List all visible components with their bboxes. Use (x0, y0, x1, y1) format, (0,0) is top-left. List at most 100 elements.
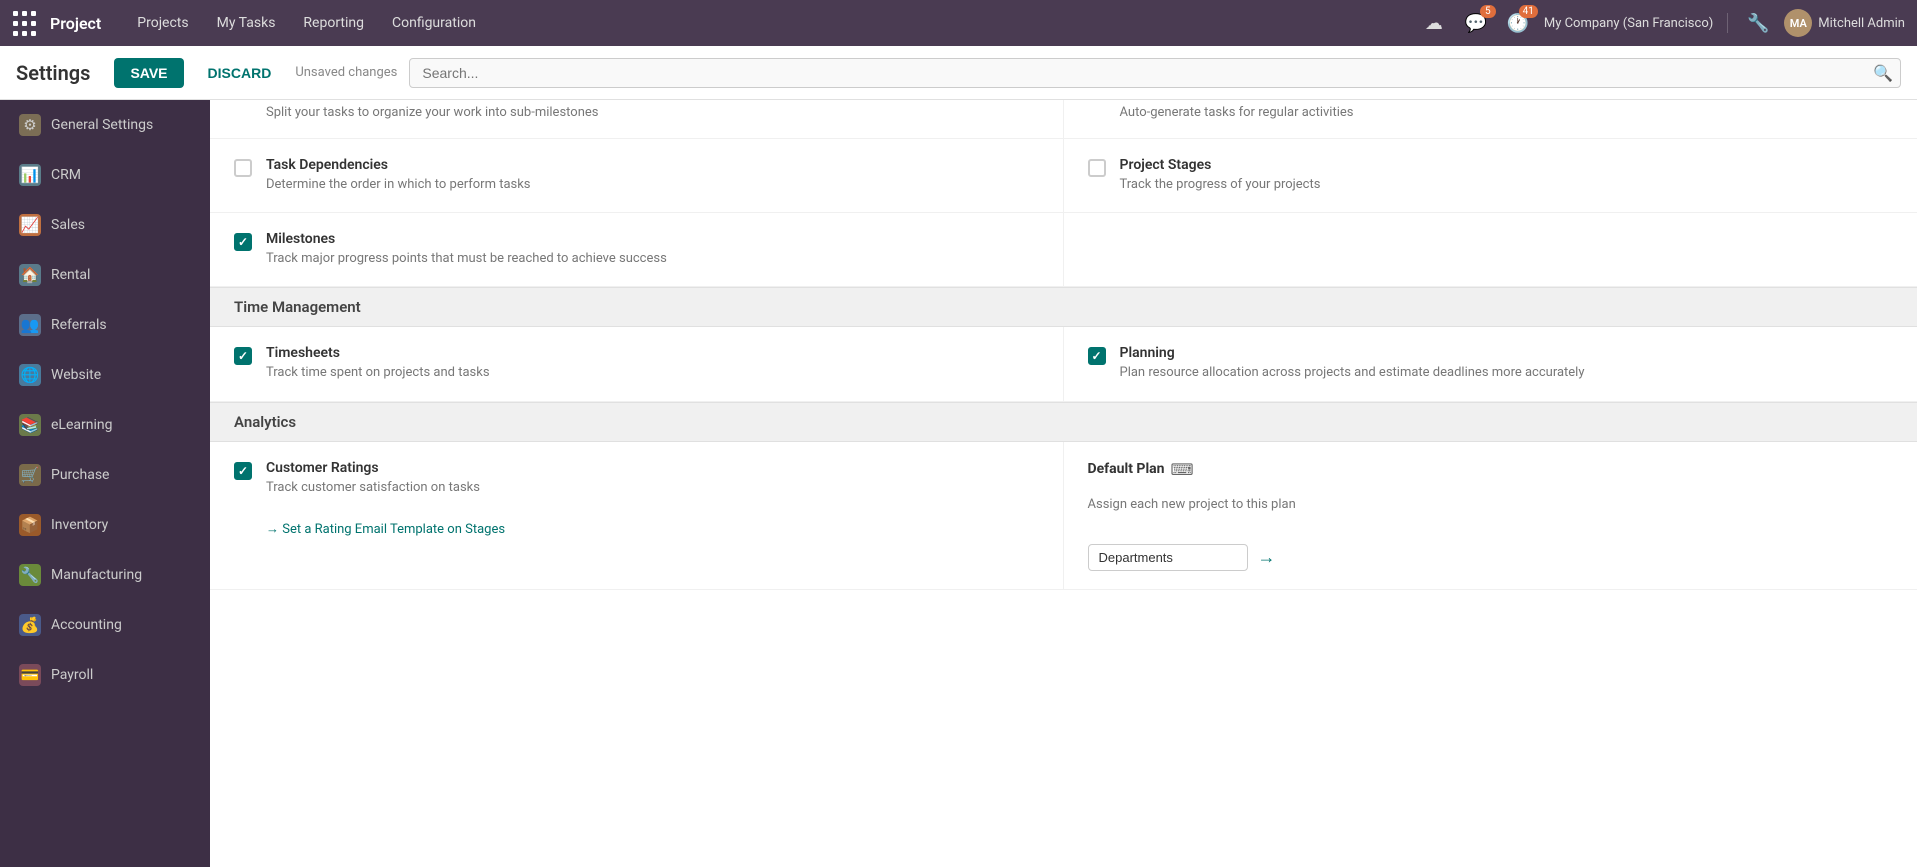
customer-ratings-desc: Track customer satisfaction on tasks (266, 479, 480, 497)
planning-checkbox-inner[interactable] (1088, 347, 1106, 365)
user-avatar: MA (1784, 9, 1812, 37)
navbar: Project Projects My Tasks Reporting Conf… (0, 0, 1917, 46)
milestones-checkbox[interactable] (234, 233, 252, 251)
task-dependencies-checkbox-inner[interactable] (234, 159, 252, 177)
sidebar-label-payroll: Payroll (51, 667, 93, 683)
timesheets-label: Timesheets (266, 345, 490, 361)
sidebar-label-sales: Sales (51, 217, 85, 233)
sidebar-item-inventory[interactable]: 📦 Inventory (0, 500, 210, 550)
sidebar-item-website[interactable]: 🌐 Website (0, 350, 210, 400)
milestones-text: Milestones Track major progress points t… (266, 231, 667, 268)
customer-ratings-checkbox-inner[interactable] (234, 462, 252, 480)
rental-icon: 🏠 (19, 264, 41, 286)
departments-go-button[interactable]: → (1256, 545, 1278, 570)
nav-reporting[interactable]: Reporting (291, 9, 376, 37)
sidebar-label-elearning: eLearning (51, 417, 112, 433)
time-management-section-header: Time Management (210, 287, 1917, 327)
timesheets-checkbox[interactable] (234, 347, 252, 365)
milestones-item: Milestones Track major progress points t… (210, 213, 1064, 287)
activities-icon-btn[interactable]: 🕐 41 (1502, 7, 1534, 39)
sidebar-item-payroll[interactable]: 💳 Payroll (0, 650, 210, 700)
analytics-section-header: Analytics (210, 402, 1917, 442)
sidebar-label-general-settings: General Settings (51, 117, 153, 133)
inventory-icon: 📦 (19, 514, 41, 536)
planning-label: Planning (1120, 345, 1585, 361)
departments-select[interactable]: Departments All Sales Engineering Market… (1088, 544, 1248, 571)
search-icon: 🔍 (1873, 63, 1893, 82)
sub-milestones-text-left: Split your tasks to organize your work i… (266, 104, 598, 122)
settings-row-1: Task Dependencies Determine the order in… (210, 139, 1917, 213)
sidebar-item-manufacturing[interactable]: 🔧 Manufacturing (0, 550, 210, 600)
customer-ratings-item: Customer Ratings Track customer satisfac… (210, 442, 1064, 590)
nav-my-tasks[interactable]: My Tasks (205, 9, 288, 37)
departments-dropdown-row: Departments All Sales Engineering Market… (1088, 544, 1278, 571)
navbar-divider (1727, 13, 1728, 33)
main-nav: Projects My Tasks Reporting Configuratio… (125, 9, 1418, 37)
default-plan-header-row: Default Plan ⌨ (1088, 460, 1194, 479)
sidebar-item-general-settings[interactable]: ⚙ General Settings (0, 100, 210, 150)
sidebar-item-crm[interactable]: 📊 CRM (0, 150, 210, 200)
customer-ratings-text: Customer Ratings Track customer satisfac… (266, 460, 480, 497)
search-input[interactable] (409, 58, 1901, 88)
project-stages-checkbox-inner[interactable] (1088, 159, 1106, 177)
user-menu[interactable]: MA Mitchell Admin (1784, 9, 1905, 37)
payroll-icon: 💳 (19, 664, 41, 686)
milestones-checkbox-inner[interactable] (234, 233, 252, 251)
save-button[interactable]: SAVE (114, 58, 183, 88)
navbar-right: ☁ 💬 5 🕐 41 My Company (San Francisco) 🔧 … (1418, 7, 1905, 39)
planning-checkbox[interactable] (1088, 347, 1106, 365)
sidebar-item-purchase[interactable]: 🛒 Purchase (0, 450, 210, 500)
sidebar-label-accounting: Accounting (51, 617, 122, 633)
default-plan-item: Default Plan ⌨ Assign each new project t… (1064, 442, 1917, 590)
settings-row-time: Timesheets Track time spent on projects … (210, 327, 1917, 401)
accounting-icon: 💰 (19, 614, 41, 636)
grid-menu-icon[interactable] (12, 9, 40, 37)
crm-icon: 📊 (19, 164, 41, 186)
customer-ratings-checkbox[interactable] (234, 462, 252, 480)
general-settings-icon: ⚙ (19, 114, 41, 136)
manufacturing-icon: 🔧 (19, 564, 41, 586)
timesheets-checkbox-inner[interactable] (234, 347, 252, 365)
user-name: Mitchell Admin (1818, 16, 1905, 31)
planning-item: Planning Plan resource allocation across… (1064, 327, 1917, 401)
wrench-icon[interactable]: 🔧 (1742, 7, 1774, 39)
company-selector[interactable]: My Company (San Francisco) (1544, 16, 1713, 31)
task-dependencies-desc: Determine the order in which to perform … (266, 176, 531, 194)
sidebar-item-elearning[interactable]: 📚 eLearning (0, 400, 210, 450)
sidebar-item-accounting[interactable]: 💰 Accounting (0, 600, 210, 650)
nav-projects[interactable]: Projects (125, 9, 200, 37)
sidebar-label-website: Website (51, 367, 101, 383)
sidebar-label-referrals: Referrals (51, 317, 107, 333)
sales-icon: 📈 (19, 214, 41, 236)
settings-row-milestones: Milestones Track major progress points t… (210, 213, 1917, 287)
main-content: Split your tasks to organize your work i… (210, 100, 1917, 867)
planning-desc: Plan resource allocation across projects… (1120, 364, 1585, 382)
project-stages-label: Project Stages (1120, 157, 1321, 173)
layout: ⚙ General Settings 📊 CRM 📈 Sales 🏠 Renta… (0, 100, 1917, 867)
sidebar: ⚙ General Settings 📊 CRM 📈 Sales 🏠 Renta… (0, 100, 210, 867)
sidebar-label-rental: Rental (51, 267, 90, 283)
sidebar-item-sales[interactable]: 📈 Sales (0, 200, 210, 250)
customer-ratings-label: Customer Ratings (266, 460, 480, 476)
nav-configuration[interactable]: Configuration (380, 9, 488, 37)
sidebar-item-referrals[interactable]: 👥 Referrals (0, 300, 210, 350)
project-stages-desc: Track the progress of your projects (1120, 176, 1321, 194)
page-title: Settings (16, 61, 90, 85)
referrals-icon: 👥 (19, 314, 41, 336)
messages-icon-btn[interactable]: 💬 5 (1460, 7, 1492, 39)
task-dependencies-checkbox[interactable] (234, 159, 252, 177)
activity-icon-btn[interactable]: ☁ (1418, 7, 1450, 39)
sub-milestones-desc-left: Split your tasks to organize your work i… (210, 100, 1064, 139)
sidebar-item-rental[interactable]: 🏠 Rental (0, 250, 210, 300)
app-name: Project (50, 14, 101, 33)
sidebar-label-manufacturing: Manufacturing (51, 567, 142, 583)
default-plan-label: Default Plan (1088, 461, 1165, 477)
project-stages-checkbox[interactable] (1088, 159, 1106, 177)
rating-template-link[interactable]: → Set a Rating Email Template on Stages (266, 522, 505, 537)
messages-badge: 5 (1480, 5, 1496, 18)
discard-button[interactable]: DISCARD (196, 58, 284, 88)
sub-milestones-desc-right: Auto-generate tasks for regular activiti… (1064, 100, 1917, 139)
settings-row-analytics: Customer Ratings Track customer satisfac… (210, 442, 1917, 590)
sidebar-label-inventory: Inventory (51, 517, 108, 533)
timesheets-text: Timesheets Track time spent on projects … (266, 345, 490, 382)
